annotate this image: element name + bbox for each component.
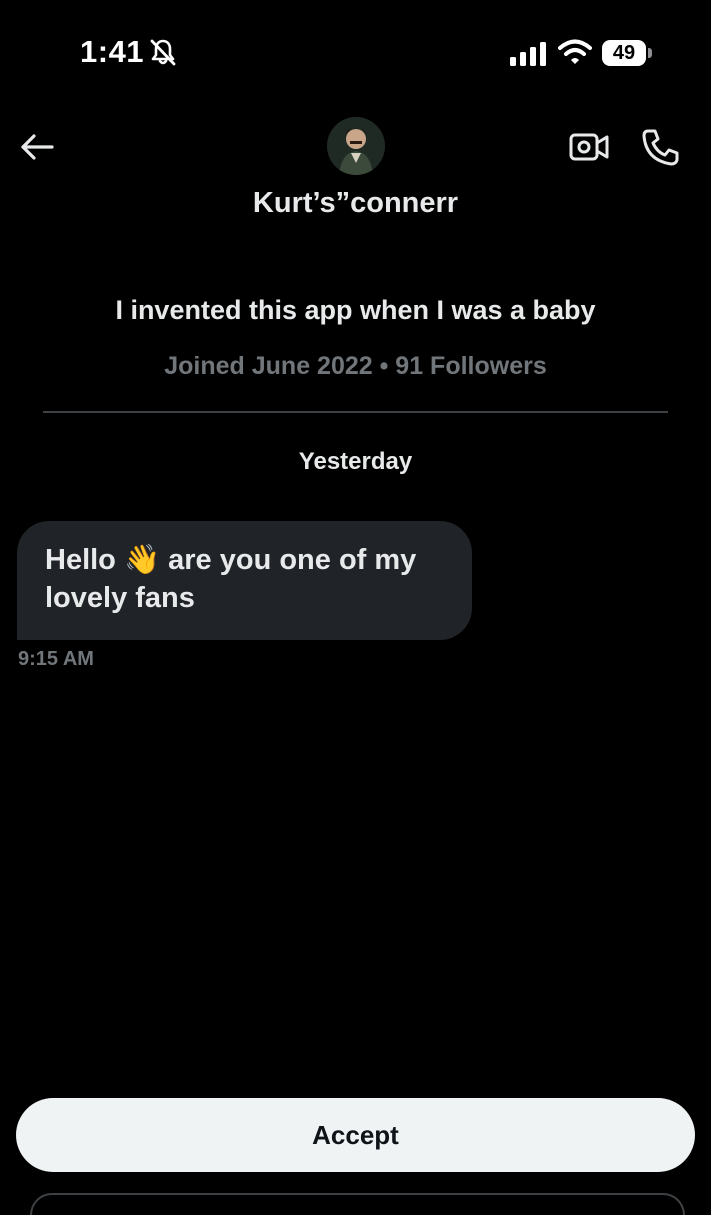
battery-icon: 49 [602,40,646,66]
secondary-button-edge[interactable] [30,1193,685,1215]
bell-slash-icon [150,39,176,66]
signal-icon [510,42,546,66]
avatar[interactable] [327,117,385,175]
contact-name[interactable]: Kurt’s”connerr [0,187,711,220]
profile-bio: I invented this app when I was a baby [115,295,596,325]
status-bar: 1:41 49 [0,0,711,100]
video-call-icon[interactable] [568,126,610,168]
phone-call-icon[interactable] [640,126,682,168]
message-bubble[interactable]: Hello 👋 are you one of my lovely fans [17,521,472,640]
wifi-icon [558,39,592,64]
message-timestamp: 9:15 AM [18,648,94,670]
status-time: 1:41 [80,34,145,69]
message-text: Hello 👋 are you one of my lovely fans [45,544,417,614]
battery-nub [648,48,652,58]
accept-button[interactable]: Accept [16,1098,695,1172]
divider [43,411,668,413]
back-arrow-icon[interactable] [18,128,56,166]
date-separator: Yesterday [298,448,413,475]
profile-meta: Joined June 2022 • 91 Followers [164,352,547,380]
